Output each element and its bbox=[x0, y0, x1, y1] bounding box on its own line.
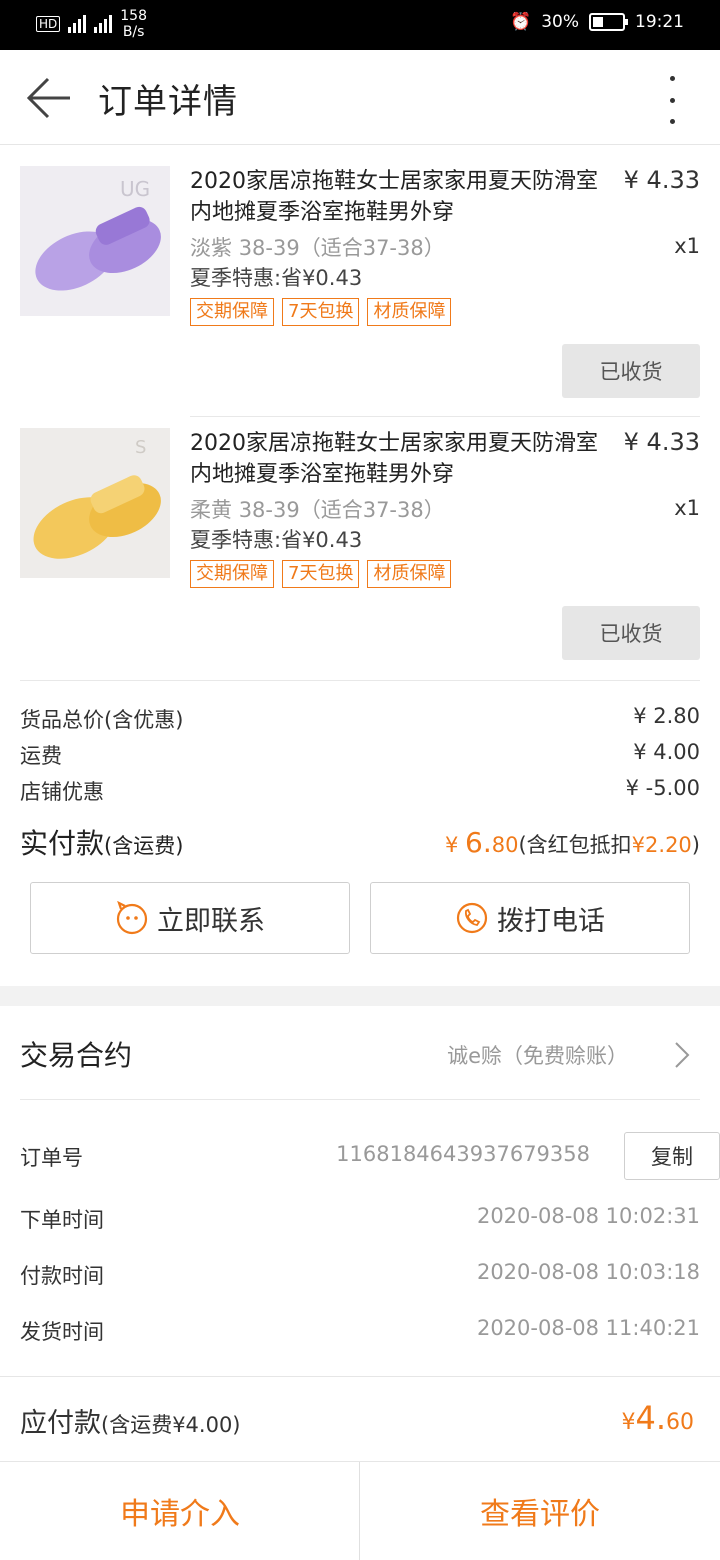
shop-discount-label: 店铺优惠 bbox=[20, 780, 104, 804]
alarm-icon: ⏰ bbox=[510, 12, 532, 32]
service-tags: 交期保障 7天包换 材质保障 bbox=[190, 560, 452, 588]
product-spec: 淡紫 38-39（适合37-38） bbox=[190, 236, 445, 260]
product-image[interactable]: UG bbox=[20, 166, 170, 316]
signal-icon bbox=[68, 15, 87, 33]
product-image[interactable]: S bbox=[20, 428, 170, 578]
product-item[interactable]: UG 2020家居凉拖鞋女士居家家用夏天防滑室内地摊夏季浴室拖鞋男外穿 ¥ 4.… bbox=[20, 166, 700, 406]
shipping-label: 运费 bbox=[20, 744, 62, 768]
service-tag: 材质保障 bbox=[367, 298, 452, 326]
contact-button-label: 立即联系 bbox=[157, 905, 265, 937]
product-price: ¥ 4.33 bbox=[623, 428, 700, 456]
page-title: 订单详情 bbox=[98, 82, 238, 122]
payable-bar: 应付款(含运费¥4.00) ¥4.60 bbox=[0, 1376, 720, 1462]
order-created-value: 2020-08-08 10:02:31 bbox=[476, 1204, 700, 1228]
net-speed: 158 B/s bbox=[120, 8, 147, 40]
shipping-time-value: 2020-08-08 11:40:21 bbox=[476, 1316, 700, 1340]
hd-icon: HD bbox=[36, 16, 61, 32]
call-button-label: 拨打电话 bbox=[497, 905, 605, 937]
product-name[interactable]: 2020家居凉拖鞋女士居家家用夏天防滑室内地摊夏季浴室拖鞋男外穿 bbox=[190, 166, 610, 228]
paid-amount-row: 实付款(含运费) ¥ 6.80(含红包抵扣¥2.20) bbox=[20, 822, 700, 862]
payable-value: ¥4.60 bbox=[621, 1399, 694, 1437]
service-tag: 交期保障 bbox=[190, 560, 274, 588]
received-button[interactable]: 已收货 bbox=[562, 606, 700, 660]
shipping-time-label: 发货时间 bbox=[20, 1320, 104, 1344]
goods-total-label: 货品总价(含优惠) bbox=[20, 708, 184, 732]
product-promo: 夏季特惠:省¥0.43 bbox=[190, 266, 363, 290]
received-button[interactable]: 已收货 bbox=[562, 344, 700, 398]
product-promo: 夏季特惠:省¥0.43 bbox=[190, 528, 363, 552]
svg-text:UG: UG bbox=[120, 177, 150, 201]
goods-total-value: ¥ 2.80 bbox=[633, 704, 700, 728]
status-bar: HD 158 B/s ⏰ 30% 19:21 bbox=[0, 0, 720, 50]
clock: 19:21 bbox=[635, 12, 684, 32]
divider bbox=[20, 680, 700, 681]
service-tag: 7天包换 bbox=[282, 560, 360, 588]
product-price: ¥ 4.33 bbox=[623, 166, 700, 194]
apply-intervention-button[interactable]: 申请介入 bbox=[0, 1462, 360, 1560]
trade-contract-value: 诚e赊（免费赊账） bbox=[447, 1044, 628, 1068]
paid-value: ¥ 6.80(含红包抵扣¥2.20) bbox=[444, 826, 700, 859]
payment-time-value: 2020-08-08 10:03:18 bbox=[476, 1260, 700, 1284]
battery-icon bbox=[589, 13, 628, 31]
view-review-button[interactable]: 查看评价 bbox=[360, 1462, 720, 1560]
product-qty: x1 bbox=[674, 496, 700, 520]
chat-icon bbox=[116, 901, 148, 935]
battery-percent: 30% bbox=[541, 12, 579, 32]
svg-text:S: S bbox=[135, 437, 146, 458]
trade-contract-label: 交易合约 bbox=[20, 1039, 133, 1072]
order-number-value: 1168184643937679358 bbox=[336, 1142, 590, 1166]
service-tag: 交期保障 bbox=[190, 298, 274, 326]
signal-4g-icon bbox=[94, 15, 113, 33]
slipper-image: S bbox=[20, 428, 170, 578]
service-tag: 材质保障 bbox=[367, 560, 452, 588]
chevron-right-icon bbox=[675, 1042, 690, 1068]
product-item[interactable]: S 2020家居凉拖鞋女士居家家用夏天防滑室内地摊夏季浴室拖鞋男外穿 ¥ 4.3… bbox=[20, 428, 700, 668]
phone-icon bbox=[456, 902, 488, 934]
header: 订单详情 bbox=[0, 50, 720, 145]
paid-label: 实付款(含运费) bbox=[20, 827, 184, 860]
product-spec: 柔黄 38-39（适合37-38） bbox=[190, 498, 445, 522]
service-tag: 7天包换 bbox=[282, 298, 360, 326]
service-tags: 交期保障 7天包换 材质保障 bbox=[190, 298, 452, 326]
product-name[interactable]: 2020家居凉拖鞋女士居家家用夏天防滑室内地摊夏季浴室拖鞋男外穿 bbox=[190, 428, 610, 490]
slipper-image: UG bbox=[20, 166, 170, 316]
call-button[interactable]: 拨打电话 bbox=[370, 882, 690, 954]
product-qty: x1 bbox=[674, 234, 700, 258]
more-options-icon[interactable] bbox=[664, 76, 680, 124]
order-created-label: 下单时间 bbox=[20, 1208, 104, 1232]
divider bbox=[190, 416, 700, 417]
trade-contract-row[interactable]: 交易合约 诚e赊（免费赊账） bbox=[20, 1006, 700, 1100]
section-gap bbox=[0, 986, 720, 1006]
order-number-label: 订单号 bbox=[20, 1146, 83, 1170]
shop-discount-value: ¥ -5.00 bbox=[625, 776, 700, 800]
copy-button[interactable]: 复制 bbox=[624, 1132, 720, 1180]
shipping-value: ¥ 4.00 bbox=[633, 740, 700, 764]
payable-label: 应付款(含运费¥4.00) bbox=[20, 1408, 241, 1439]
payment-time-label: 付款时间 bbox=[20, 1264, 104, 1288]
back-arrow-icon[interactable] bbox=[26, 76, 72, 120]
contact-button[interactable]: 立即联系 bbox=[30, 882, 350, 954]
